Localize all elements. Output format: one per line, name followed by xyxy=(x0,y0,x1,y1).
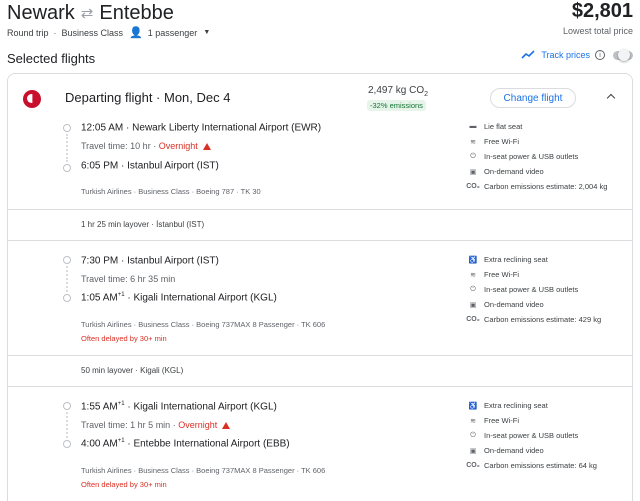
co2-icon: CO₂ xyxy=(466,183,480,190)
departure-airport: Newark Liberty International Airport (EW… xyxy=(132,122,322,134)
arrival-time: 1:05 AM+1 · Kigali International Airport… xyxy=(81,292,277,304)
trip-header: Newark ⇄ Entebbe Round trip · Business Cla… xyxy=(7,0,633,44)
flight-details: Turkish Airlines · Business Class · Boei… xyxy=(81,187,261,196)
flight-segment: 1:55 AM+1 · Kigali International Airport… xyxy=(8,396,632,501)
amenities-list: ▬ Lie flat seat ≋ Free Wi-Fi ⏻ In-seat powe… xyxy=(466,122,628,197)
timeline xyxy=(63,124,73,174)
overnight-label: Overnight xyxy=(178,420,218,430)
cabin-class[interactable]: Business Class xyxy=(62,28,124,38)
amenity: ≋ Free Wi-Fi xyxy=(468,416,519,425)
travel-time: Travel time: 10 hr · Overnight xyxy=(81,141,211,151)
track-prices-label[interactable]: Track prices xyxy=(541,50,590,60)
amenities-list: ♿ Extra reclining seat ≋ Free Wi-Fi ⏻ In-se… xyxy=(466,255,628,330)
arrival-time: 4:00 AM+1 · Entebbe International Airpor… xyxy=(81,438,290,450)
price-caption: Lowest total price xyxy=(562,26,633,36)
video-icon: ▣ xyxy=(469,301,477,309)
overnight-label: Overnight xyxy=(158,141,198,151)
co2-icon: CO₂ xyxy=(466,462,480,469)
travel-time: Travel time: 6 hr 35 min xyxy=(81,274,176,284)
power-plug-icon: ⏻ xyxy=(470,152,476,160)
co2-icon: CO₂ xyxy=(466,316,480,323)
lie-flat-seat-icon: ▬ xyxy=(469,123,477,130)
flight-details: Turkish Airlines · Business Class · Boei… xyxy=(81,466,326,475)
layover-row: 1 hr 25 min layover · İstanbul (IST) xyxy=(8,209,632,241)
selected-flights-heading: Selected flights xyxy=(7,51,96,66)
change-flight-button[interactable]: Change flight xyxy=(490,88,576,108)
amenity: ▣ On-demand video xyxy=(469,300,544,309)
timeline xyxy=(63,256,73,302)
amenity: ▣ On-demand video xyxy=(469,167,544,176)
reclining-seat-icon: ♿ xyxy=(468,256,478,264)
track-prices-toggle[interactable] xyxy=(613,48,633,61)
total-price: $2,801 xyxy=(571,0,633,22)
arrival-airport: Entebbe International Airport (EBB) xyxy=(133,438,290,450)
swap-arrows-icon: ⇄ xyxy=(80,5,94,22)
amenity: CO₂ Carbon emissions estimate: 64 kg xyxy=(466,461,597,470)
wifi-icon: ≋ xyxy=(470,138,476,146)
amenity: ♿ Extra reclining seat xyxy=(468,255,548,264)
passengers-selector[interactable]: 1 passenger xyxy=(148,28,198,38)
origin-city: Newark xyxy=(7,2,75,24)
flight-segment: 7:30 PM · Istanbul Airport (IST) Travel … xyxy=(8,250,632,355)
departure-airport: Kigali International Airport (KGL) xyxy=(133,401,277,413)
chevron-up-icon[interactable] xyxy=(606,92,618,102)
amenity: ♿ Extra reclining seat xyxy=(468,401,548,410)
reclining-seat-icon: ♿ xyxy=(468,402,478,410)
trip-type[interactable]: Round trip xyxy=(7,28,49,38)
flight-details: Turkish Airlines · Business Class · Boei… xyxy=(81,320,326,329)
warning-icon xyxy=(222,422,231,429)
turkish-airlines-logo xyxy=(23,90,41,108)
trip-options: Round trip · Business Class 👤 1 passenge… xyxy=(7,27,211,39)
info-icon[interactable]: i xyxy=(595,50,605,60)
wifi-icon: ≋ xyxy=(470,417,476,425)
amenities-list: ♿ Extra reclining seat ≋ Free Wi-Fi ⏻ In-se… xyxy=(466,401,628,476)
emissions-badge: -32% emissions xyxy=(367,100,426,111)
caret-down-icon[interactable]: ▼ xyxy=(203,29,210,36)
delay-warning: Often delayed by 30+ min xyxy=(81,480,167,489)
video-icon: ▣ xyxy=(469,168,477,176)
amenity: ≋ Free Wi-Fi xyxy=(468,137,519,146)
amenity: ⏻ In-seat power & USB outlets xyxy=(468,152,578,161)
wifi-icon: ≋ xyxy=(470,271,476,279)
trend-icon xyxy=(521,50,535,59)
departure-time: 12:05 AM · Newark Liberty International … xyxy=(81,122,322,134)
amenity: ≋ Free Wi-Fi xyxy=(468,270,519,279)
destination-city: Entebbe xyxy=(99,2,174,24)
amenity: CO₂ Carbon emissions estimate: 2,004 kg xyxy=(466,182,608,191)
power-plug-icon: ⏻ xyxy=(470,285,476,293)
travel-time: Travel time: 1 hr 5 min · Overnight xyxy=(81,420,231,430)
arrival-airport: Istanbul Airport (IST) xyxy=(127,160,219,172)
amenity: ▣ On-demand video xyxy=(469,446,544,455)
amenity: ⏻ In-seat power & USB outlets xyxy=(468,431,578,440)
arrival-airport: Kigali International Airport (KGL) xyxy=(133,292,277,304)
power-plug-icon: ⏻ xyxy=(470,431,476,439)
arrival-time: 6:05 PM · Istanbul Airport (IST) xyxy=(81,160,219,172)
amenity: ⏻ In-seat power & USB outlets xyxy=(468,285,578,294)
departure-time: 1:55 AM+1 · Kigali International Airport… xyxy=(81,401,277,413)
departing-flight-title: Departing flight · Mon, Dec 4 xyxy=(65,90,231,105)
departure-airport: Istanbul Airport (IST) xyxy=(127,255,219,267)
timeline xyxy=(63,402,73,448)
route-title: Newark ⇄ Entebbe xyxy=(7,2,174,25)
warning-icon xyxy=(202,143,211,150)
flight-segment: 12:05 AM · Newark Liberty International … xyxy=(8,118,632,208)
departure-time: 7:30 PM · Istanbul Airport (IST) xyxy=(81,255,219,267)
person-icon: 👤 xyxy=(129,27,143,39)
co2-total: 2,497 kg CO2 xyxy=(368,85,429,98)
departing-flight-card: Departing flight · Mon, Dec 4 2,497 kg C… xyxy=(7,73,633,501)
track-prices[interactable]: Track prices i xyxy=(521,48,633,61)
layover-row: 50 min layover · Kigali (KGL) xyxy=(8,355,632,387)
delay-warning: Often delayed by 30+ min xyxy=(81,334,167,343)
amenity: CO₂ Carbon emissions estimate: 429 kg xyxy=(466,315,602,324)
amenity: ▬ Lie flat seat xyxy=(469,122,523,131)
video-icon: ▣ xyxy=(469,447,477,455)
